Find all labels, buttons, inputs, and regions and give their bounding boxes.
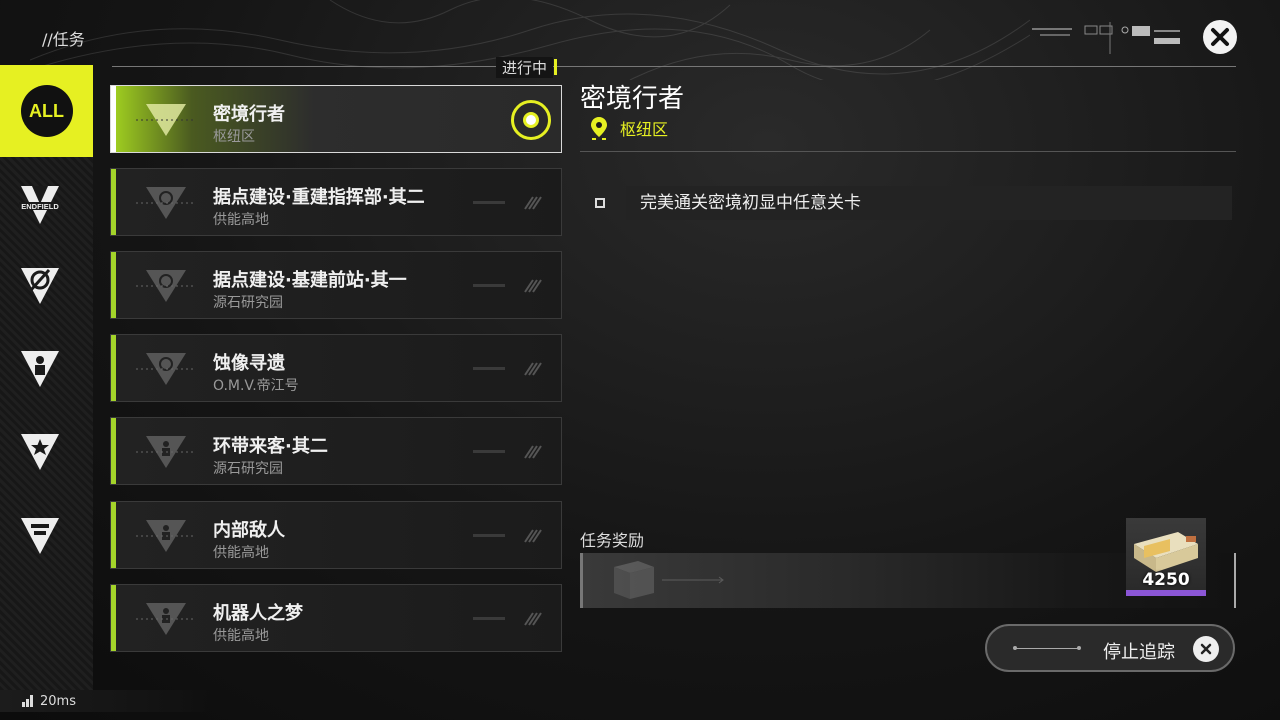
ping-value: 20ms [40,693,76,709]
task-location: 供能高地 [213,212,269,228]
task-detail-title: 密境行者 [580,84,685,114]
category-character-button[interactable] [0,333,80,403]
task-deco-icon [473,529,542,543]
location-pin-icon [591,117,607,140]
reward-strip-border [1234,553,1236,608]
task-accent-bar [111,252,116,318]
category-all-label: ALL [20,85,73,137]
objective-text: 完美通关密境初显中任意关卡 [626,186,1232,220]
close-button[interactable] [1203,20,1237,54]
task-item[interactable]: 蚀像寻遗 O.M.V.帝江号 [110,334,562,402]
task-name: 密境行者 [213,104,285,125]
network-status: 20ms [0,690,210,712]
task-detail-location: 枢纽区 [590,116,668,140]
hud-decoration [1032,22,1180,54]
stop-tracking-close-icon [1193,636,1219,662]
task-deco-icon [473,196,542,210]
status-tag: 进行中 [496,57,558,78]
star-triangle-icon [21,434,59,470]
tracking-target-icon[interactable] [511,100,551,140]
task-accent-bar [111,418,116,484]
task-type-icon [136,520,196,552]
objective-row: 完美通关密境初显中任意关卡 [590,186,1232,220]
task-location: 枢纽区 [213,129,255,145]
reward-strip-border [580,553,583,608]
task-name: 内部敌人 [213,520,285,541]
task-name: 环带来客·其二 [213,436,328,457]
task-location: 供能高地 [213,628,269,644]
reward-crate-decoration [614,561,724,599]
task-type-icon [136,187,196,219]
task-location: O.M.V.帝江号 [213,378,299,394]
building-triangle-icon [21,518,59,554]
task-deco-icon [473,279,542,293]
task-name: 据点建设·重建指挥部·其二 [213,187,425,208]
task-item[interactable]: 内部敌人 供能高地 [110,501,562,569]
task-accent-bar [111,169,116,235]
objective-checkbox [595,198,605,208]
task-name: 机器人之梦 [213,603,303,624]
task-type-icon [136,603,196,635]
task-item[interactable]: 据点建设·重建指挥部·其二 供能高地 [110,168,562,236]
task-type-icon [136,353,196,385]
task-accent-bar [111,86,116,152]
task-item[interactable]: 据点建设·基建前站·其一 源石研究园 [110,251,562,319]
category-construction-button[interactable] [0,500,80,570]
stop-tracking-line-decoration [1013,646,1081,650]
stop-tracking-button[interactable]: 停止追踪 [985,624,1235,672]
task-item[interactable]: 环带来客·其二 源石研究园 [110,417,562,485]
list-header-divider [112,66,1236,67]
close-icon [1211,28,1229,46]
task-location: 供能高地 [213,545,269,561]
task-type-icon [136,104,196,136]
task-accent-bar [111,502,116,568]
endfield-logo-text: ENDFIELD [21,202,59,211]
breadcrumb: //任务 [42,30,85,49]
task-accent-bar [111,585,116,651]
compass-triangle-icon [21,268,59,304]
task-deco-icon [473,612,542,626]
stop-tracking-label: 停止追踪 [1103,642,1175,663]
task-deco-icon [473,362,542,376]
task-deco-icon [473,445,542,459]
task-location: 源石研究园 [213,295,283,311]
category-main-button[interactable] [0,250,80,320]
person-triangle-icon [21,351,59,387]
task-name: 蚀像寻遗 [213,353,285,374]
category-endfield-button[interactable]: ENDFIELD [0,170,80,240]
task-type-icon [136,436,196,468]
detail-divider [580,151,1236,152]
task-type-icon [136,270,196,302]
category-event-button[interactable] [0,416,80,486]
task-accent-bar [111,335,116,401]
task-detail-location-name: 枢纽区 [620,120,669,139]
task-item[interactable]: 机器人之梦 供能高地 [110,584,562,652]
endfield-icon: ENDFIELD [19,186,61,224]
category-all-button[interactable]: ALL [0,65,93,157]
task-location: 源石研究园 [213,461,283,477]
reward-item[interactable]: 4250 [1126,518,1206,596]
reward-count: 4250 [1142,570,1190,590]
signal-icon [22,695,33,707]
reward-label: 任务奖励 [580,531,645,550]
task-name: 据点建设·基建前站·其一 [213,270,407,291]
task-item[interactable]: 密境行者 枢纽区 [110,85,562,153]
